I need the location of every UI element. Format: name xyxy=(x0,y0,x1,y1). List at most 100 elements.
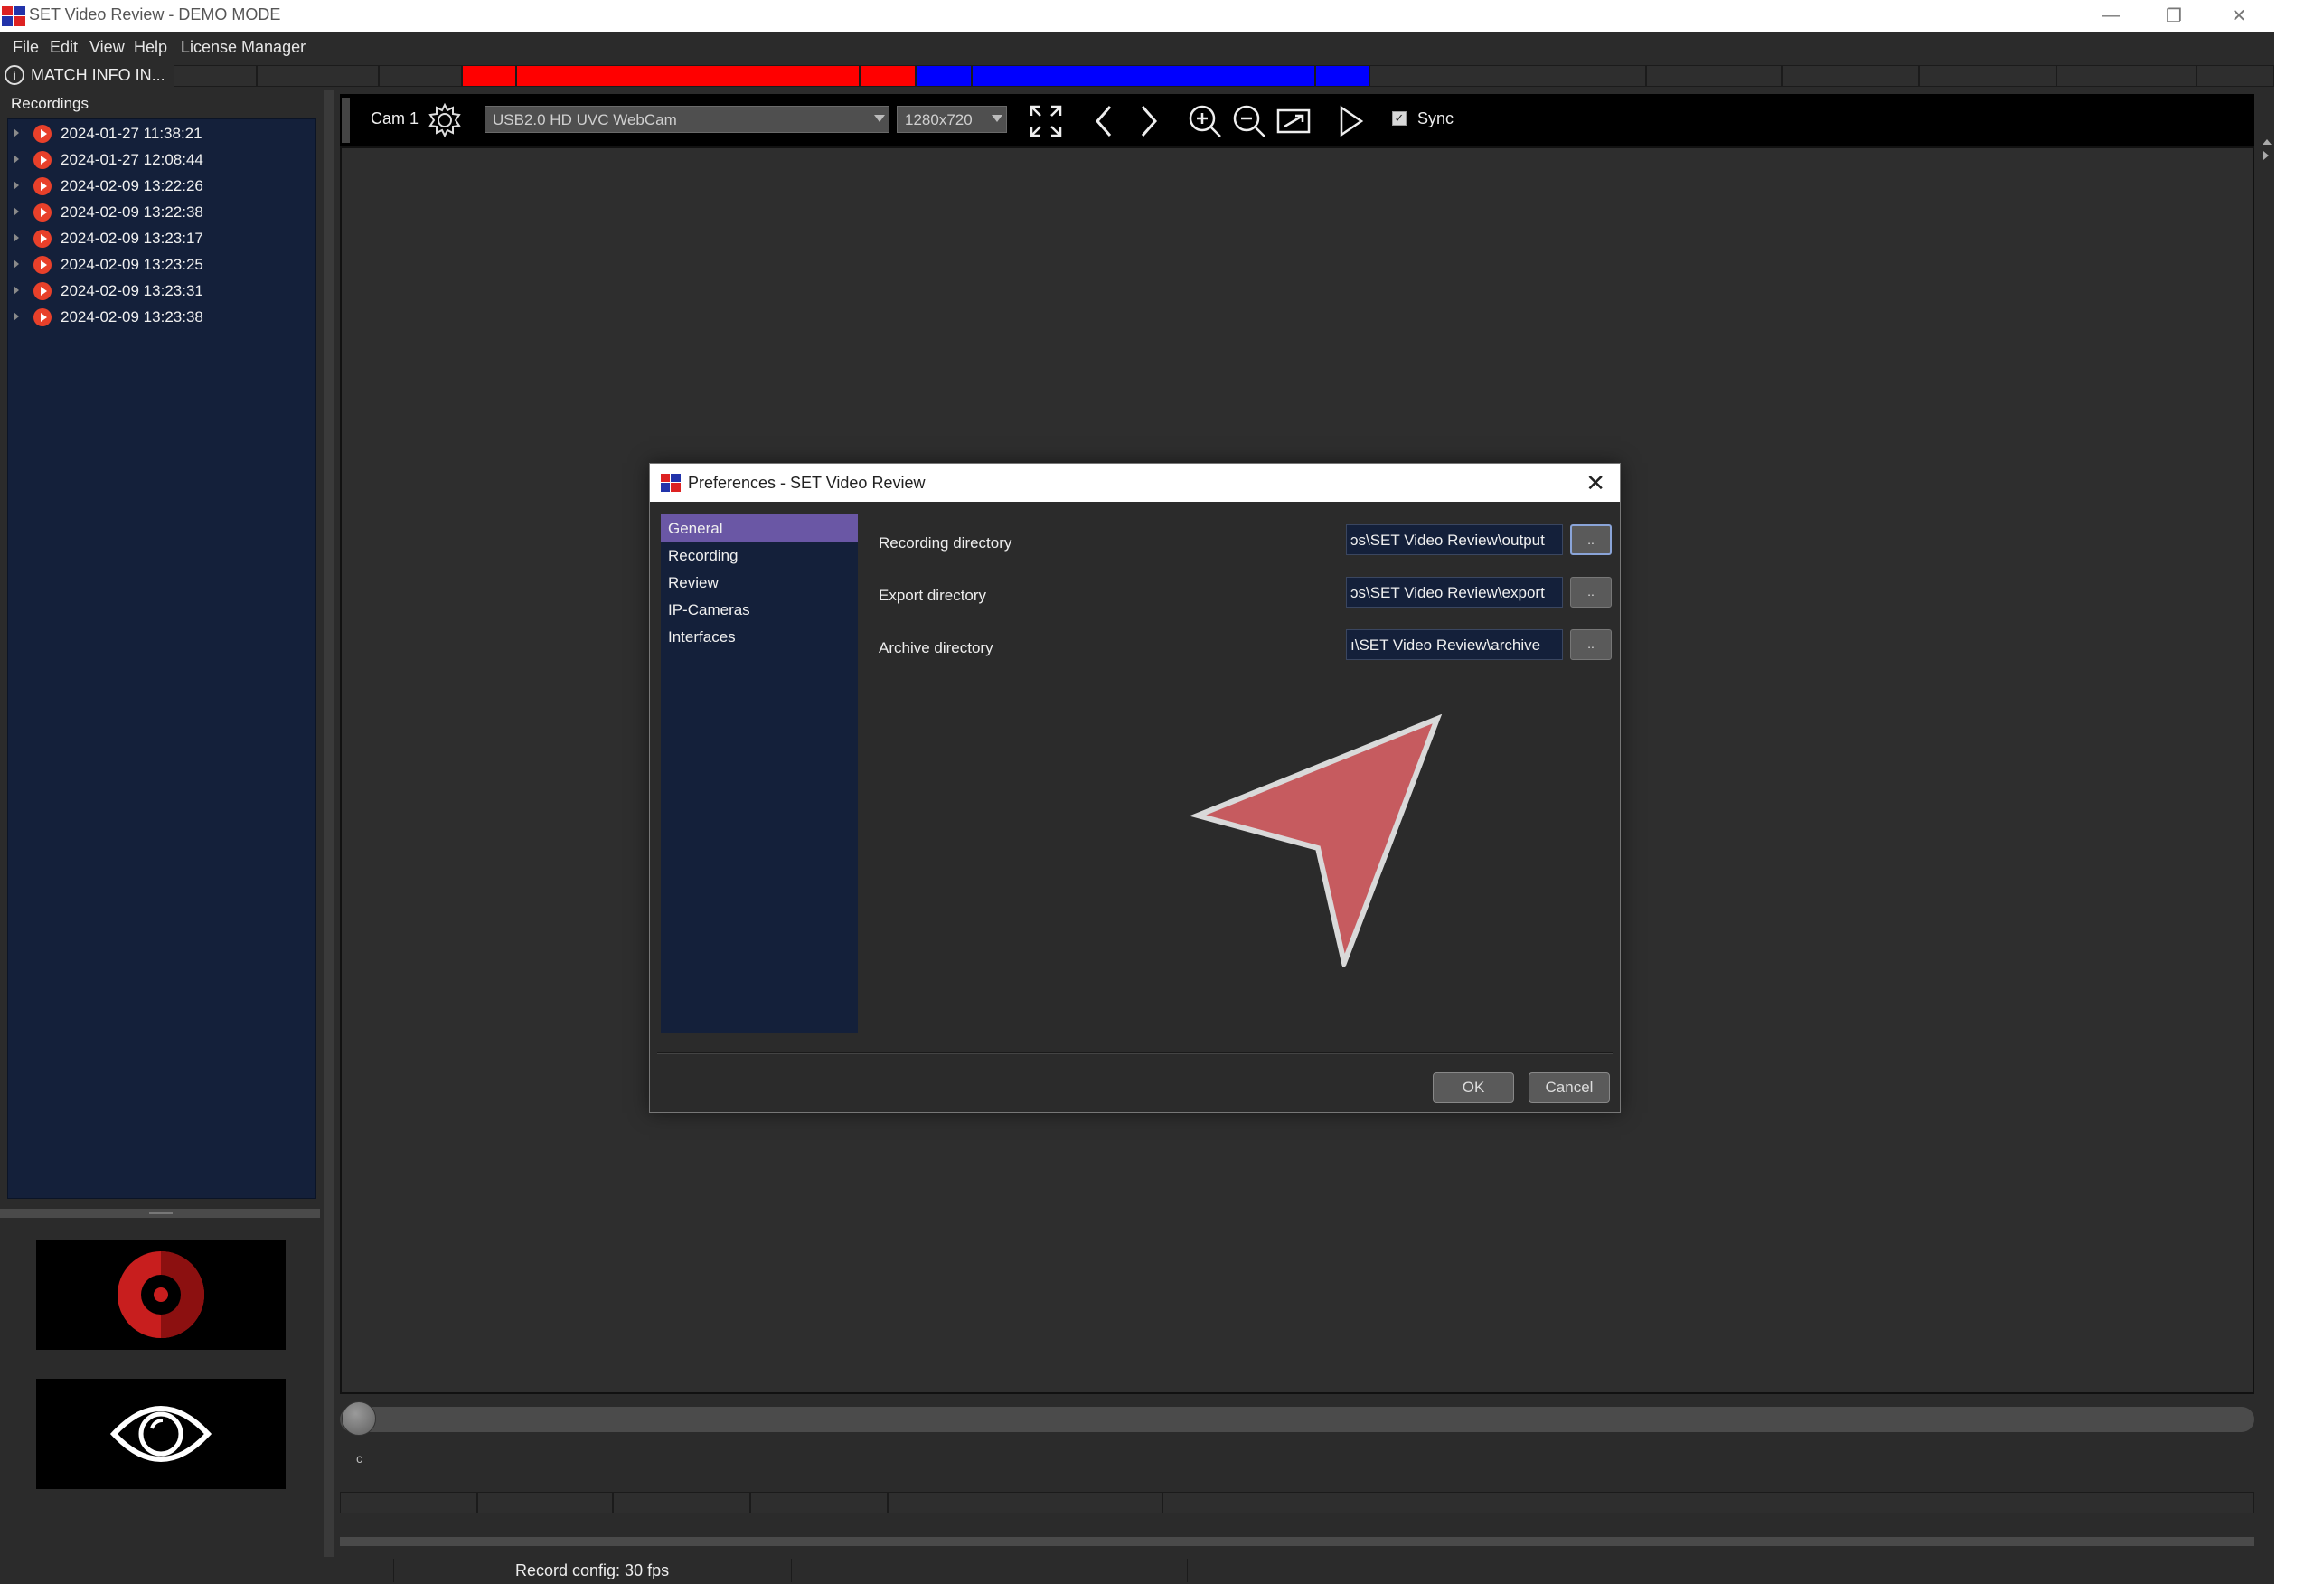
recording-item[interactable]: 2024-02-09 13:23:25 xyxy=(8,252,315,278)
expand-arrow-icon[interactable] xyxy=(14,128,19,137)
recording-label: 2024-02-09 13:22:38 xyxy=(61,203,203,221)
expand-arrow-icon[interactable] xyxy=(14,286,19,295)
dialog-divider xyxy=(657,1052,1613,1054)
red-name-seg xyxy=(516,65,860,87)
recordings-header: Recordings xyxy=(11,95,89,112)
title-bar: SET Video Review - DEMO MODE — ❐ ✕ xyxy=(0,0,2274,32)
record-button[interactable] xyxy=(36,1240,286,1350)
record-play-icon xyxy=(33,177,52,195)
restore-button[interactable]: ❐ xyxy=(2142,0,2206,32)
minimize-button[interactable]: — xyxy=(2079,0,2142,32)
recording-item[interactable]: 2024-02-09 13:22:26 xyxy=(8,174,315,199)
resolution-select[interactable]: 1280x720 xyxy=(897,106,1007,133)
menu-view[interactable]: View xyxy=(89,38,125,57)
nav-item-general[interactable]: General xyxy=(661,514,858,542)
zoom-in-icon[interactable] xyxy=(1187,103,1223,139)
next-icon[interactable] xyxy=(1130,103,1166,139)
menu-license-manager[interactable]: License Manager xyxy=(181,38,306,57)
close-window-button[interactable]: ✕ xyxy=(2207,0,2271,32)
expand-arrow-icon[interactable] xyxy=(14,181,19,190)
recording-item[interactable]: 2024-01-27 12:08:44 xyxy=(8,147,315,173)
collapse-right-icon[interactable] xyxy=(2263,151,2269,160)
dialog-title-bar[interactable]: Preferences - SET Video Review ✕ xyxy=(650,464,1620,502)
record-play-icon xyxy=(33,151,52,169)
panel-splitter[interactable] xyxy=(0,1209,320,1218)
window-title: SET Video Review - DEMO MODE xyxy=(29,5,281,24)
play-icon[interactable] xyxy=(1332,103,1369,139)
blue-score-seg xyxy=(916,65,972,87)
device-select[interactable]: USB2.0 HD UVC WebCam xyxy=(485,106,889,133)
expand-arrow-icon[interactable] xyxy=(14,155,19,164)
status-text: Record config: 30 fps xyxy=(515,1561,670,1579)
nav-item-ip-cameras[interactable]: IP-Cameras xyxy=(661,596,858,623)
blue-score-seg xyxy=(1315,65,1369,87)
ok-button[interactable]: OK xyxy=(1433,1072,1514,1103)
nav-item-review[interactable]: Review xyxy=(661,569,858,596)
export-directory-field[interactable]: ɔs\SET Video Review\export xyxy=(1346,577,1563,608)
fit-to-window-icon[interactable] xyxy=(1275,103,1312,139)
preferences-dialog: Preferences - SET Video Review ✕ General… xyxy=(649,463,1621,1113)
recording-item[interactable]: 2024-02-09 13:23:31 xyxy=(8,278,315,304)
previous-icon[interactable] xyxy=(1087,103,1123,139)
preferences-nav: General Recording Review IP-Cameras Inte… xyxy=(661,514,858,1033)
recording-item[interactable]: 2024-02-09 13:23:38 xyxy=(8,305,315,330)
record-play-icon xyxy=(33,308,52,326)
info-cell xyxy=(477,1492,613,1513)
match-info-label[interactable]: MATCH INFO IN... xyxy=(31,66,165,85)
status-bar: Record config: 30 fps xyxy=(0,1557,2274,1584)
vertical-splitter[interactable] xyxy=(324,90,334,1557)
menu-help[interactable]: Help xyxy=(134,38,167,57)
recording-item[interactable]: 2024-01-27 11:38:21 xyxy=(8,121,315,146)
menu-edit[interactable]: Edit xyxy=(50,38,78,57)
export-directory-label: Export directory xyxy=(879,587,987,604)
recordings-list[interactable]: 2024-01-27 11:38:21 2024-01-27 12:08:44 … xyxy=(7,118,316,1199)
dialog-close-icon[interactable]: ✕ xyxy=(1585,469,1605,497)
browse-archive-button[interactable]: .. xyxy=(1570,629,1612,660)
status-cell xyxy=(0,1559,394,1582)
recording-directory-field[interactable]: ɔs\SET Video Review\output xyxy=(1346,524,1563,555)
recording-label: 2024-01-27 11:38:21 xyxy=(61,125,202,142)
nav-item-label: IP-Cameras xyxy=(668,601,750,618)
expand-arrow-icon[interactable] xyxy=(14,233,19,242)
record-play-icon xyxy=(33,256,52,274)
toolbar-grip[interactable] xyxy=(342,98,350,143)
recording-label: 2024-02-09 13:23:31 xyxy=(61,282,203,299)
zoom-out-icon[interactable] xyxy=(1231,103,1267,139)
record-icon xyxy=(118,1251,204,1338)
device-select-value: USB2.0 HD UVC WebCam xyxy=(493,111,677,128)
expand-arrow-icon[interactable] xyxy=(14,259,19,269)
nav-item-recording[interactable]: Recording xyxy=(661,542,858,569)
timeline-slider[interactable] xyxy=(340,1407,2254,1432)
pointer-cursor-icon xyxy=(1189,714,1443,967)
expand-arrow-icon[interactable] xyxy=(14,312,19,321)
info-icon[interactable]: i xyxy=(5,65,24,85)
collapse-up-icon[interactable] xyxy=(2263,139,2272,145)
recording-item[interactable]: 2024-02-09 13:23:17 xyxy=(8,226,315,251)
recording-label: 2024-02-09 13:22:26 xyxy=(61,177,203,194)
match-seg xyxy=(174,65,257,87)
expand-arrow-icon[interactable] xyxy=(14,207,19,216)
record-play-icon xyxy=(33,230,52,248)
timeline-tick-label: c xyxy=(356,1451,362,1466)
timeline-handle[interactable] xyxy=(342,1401,376,1436)
right-collapse-strip[interactable] xyxy=(2258,94,2274,1387)
fullscreen-icon[interactable] xyxy=(1028,103,1064,139)
dialog-title: Preferences - SET Video Review xyxy=(688,474,926,492)
browse-export-button[interactable]: .. xyxy=(1570,577,1612,608)
match-seg xyxy=(1919,65,2056,87)
camera-label: Cam 1 xyxy=(371,109,419,127)
info-cell xyxy=(613,1492,750,1513)
dropdown-arrow-icon xyxy=(874,115,885,122)
cancel-button[interactable]: Cancel xyxy=(1529,1072,1610,1103)
bottom-splitter[interactable] xyxy=(340,1537,2254,1546)
recording-item[interactable]: 2024-02-09 13:22:38 xyxy=(8,200,315,225)
gear-icon[interactable] xyxy=(427,102,463,138)
review-button[interactable] xyxy=(36,1379,286,1489)
match-seg xyxy=(2197,65,2274,87)
browse-recording-button[interactable]: .. xyxy=(1570,524,1612,555)
sync-checkbox[interactable]: ✓ xyxy=(1392,111,1407,126)
info-cell xyxy=(750,1492,888,1513)
menu-file[interactable]: File xyxy=(13,38,39,57)
archive-directory-field[interactable]: ı\SET Video Review\archive xyxy=(1346,629,1563,660)
nav-item-interfaces[interactable]: Interfaces xyxy=(661,623,858,650)
